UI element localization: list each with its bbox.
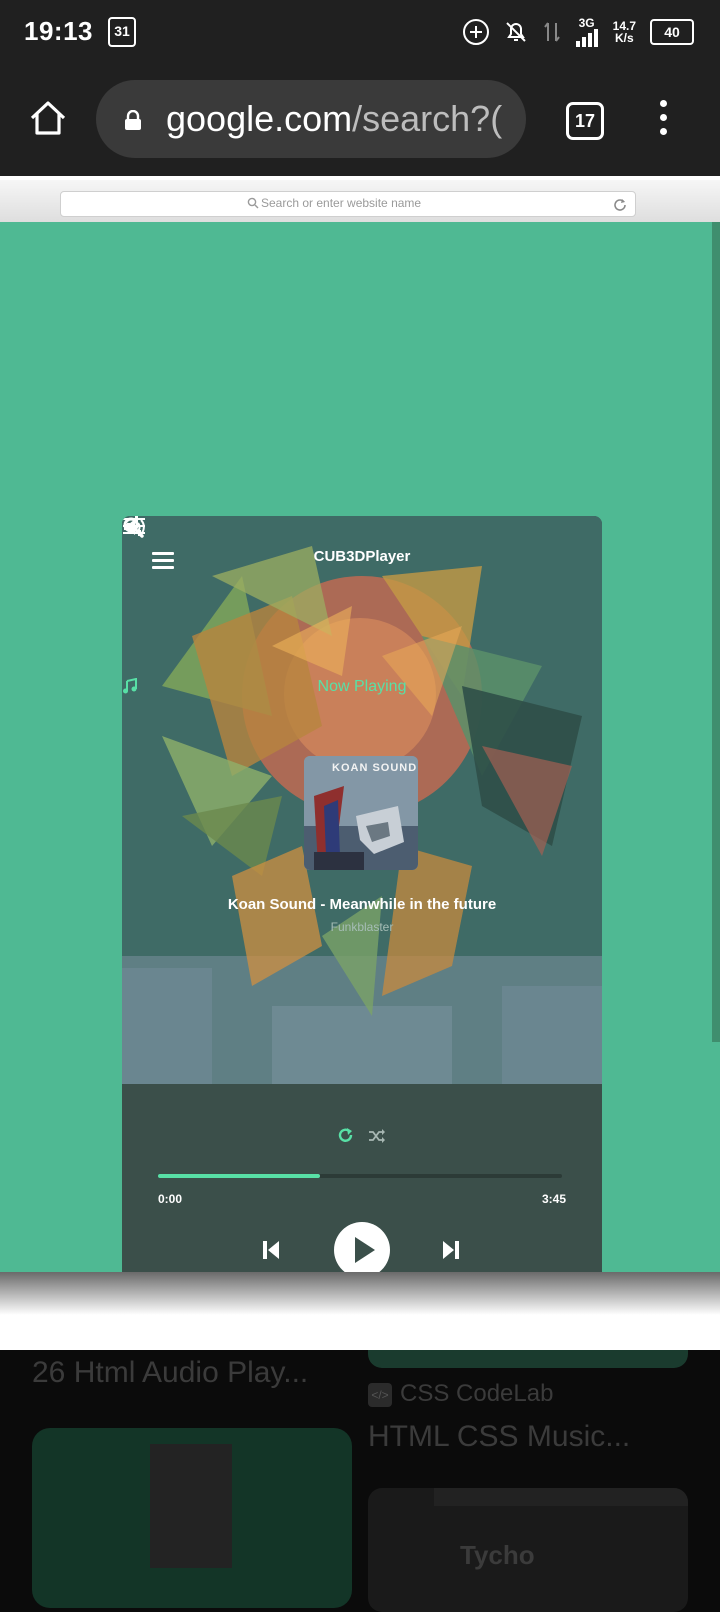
- reload-icon: [614, 199, 626, 211]
- battery-icon: 40: [650, 19, 694, 45]
- network-type: 3G: [578, 16, 595, 30]
- signal-group: 3G: [575, 17, 599, 47]
- shuffle-icon[interactable]: [368, 1128, 386, 1144]
- album-cover: KOAN SOUND: [304, 756, 418, 870]
- track-artist: Funkblaster: [330, 920, 394, 934]
- data-saver-icon: [462, 19, 489, 45]
- player-app-title: CUB3DPlayer: [313, 548, 411, 565]
- page-bottom-shadow: [0, 1272, 720, 1350]
- result-thumb-edge: [368, 1350, 688, 1368]
- signal-icon: [575, 29, 598, 47]
- browser-toolbar: google.com/search?( 17: [0, 66, 720, 176]
- repeat-icon[interactable]: [338, 1128, 354, 1144]
- previous-track-icon[interactable]: [262, 1240, 280, 1260]
- mock-address-field: Search or enter website name: [60, 191, 636, 217]
- mock-browser-bar: Search or enter website name: [0, 176, 720, 222]
- result-title-left[interactable]: 26 Html Audio Play...: [32, 1356, 308, 1390]
- status-icons: 3G 14.7 K/s 40: [462, 14, 694, 50]
- music-note-icon: [123, 678, 137, 694]
- result-thumbnail-left[interactable]: [32, 1428, 352, 1608]
- overflow-menu-icon[interactable]: [660, 100, 668, 140]
- result-thumbnail-right[interactable]: Tycho: [368, 1488, 688, 1612]
- now-playing-label: Now Playing: [122, 678, 602, 696]
- play-icon: [355, 1237, 375, 1263]
- mock-address-placeholder: Search or enter website name: [261, 196, 422, 210]
- search-results-area: 26 Html Audio Play... </> CSS CodeLab HTM…: [0, 1350, 720, 1612]
- thumb-header: [434, 1488, 688, 1506]
- lock-icon: [125, 110, 141, 130]
- page-scrollbar[interactable]: [712, 222, 720, 1042]
- album-logo-text: KOAN SOUND: [332, 762, 418, 774]
- result-source-name: CSS CodeLab: [400, 1380, 554, 1407]
- url-domain: google.com: [166, 98, 353, 139]
- net-speed-unit: K/s: [614, 31, 634, 45]
- thumb-text: Tycho: [460, 1540, 535, 1570]
- total-time: 3:45: [541, 1192, 566, 1206]
- track-title: Koan Sound - Meanwhile in the future: [227, 896, 497, 913]
- url-text: google.com/search?(: [166, 98, 502, 140]
- progress-bar[interactable]: [158, 1174, 562, 1178]
- result-title-right[interactable]: HTML CSS Music...: [368, 1420, 630, 1454]
- next-track-icon[interactable]: [442, 1240, 460, 1260]
- data-transfer-icon: [543, 22, 560, 42]
- volume-icon[interactable]: [122, 516, 148, 538]
- player-artwork-area: CUB3DPlayer Now Playing KOAN SOUND Koan …: [122, 516, 602, 1084]
- home-icon[interactable]: [28, 98, 68, 138]
- current-time: 0:00: [158, 1192, 183, 1206]
- url-path: /search?(: [352, 98, 503, 139]
- now-playing-text: Now Playing: [317, 678, 407, 695]
- status-bar: 19:13 31 3G 14.7 K/s 40: [0, 0, 720, 66]
- progress-fill: [158, 1174, 320, 1178]
- code-icon: </>: [368, 1382, 392, 1407]
- result-source: </> CSS CodeLab: [368, 1380, 553, 1408]
- mini-player-preview: [150, 1444, 232, 1568]
- search-icon: [247, 197, 259, 209]
- tab-switcher-button[interactable]: 17: [566, 102, 604, 140]
- net-speed: 14.7 K/s: [613, 20, 636, 44]
- page-content: Search or enter website name CUB3DPlayer…: [0, 176, 720, 1350]
- status-time: 19:13: [24, 16, 93, 46]
- notifications-off-icon: [505, 22, 526, 42]
- address-bar[interactable]: google.com/search?(: [96, 80, 526, 158]
- calendar-icon: 31: [108, 17, 136, 47]
- play-button[interactable]: [334, 1222, 390, 1278]
- music-player-card: CUB3DPlayer Now Playing KOAN SOUND Koan …: [122, 516, 602, 1326]
